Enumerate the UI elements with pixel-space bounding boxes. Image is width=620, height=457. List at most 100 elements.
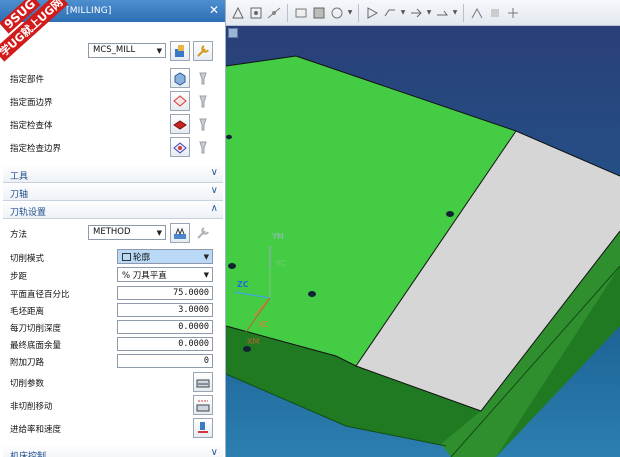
check-boundary-icon — [173, 142, 187, 154]
top-toolbar: ▼ ▼ ▼ ▼ — [226, 0, 620, 26]
toolbar-divider — [463, 3, 464, 22]
selection-filter-icon[interactable] — [230, 5, 246, 21]
hole-marker — [228, 263, 236, 269]
non-cutting-moves-button[interactable] — [193, 395, 213, 415]
axis-label-xm: XM — [247, 337, 260, 346]
view-cube-icon[interactable] — [228, 28, 238, 38]
dropdown-arrow-icon[interactable]: ▼ — [426, 5, 432, 21]
chevron-down-icon: ∨ — [210, 167, 218, 178]
method-select-value: METHOD — [93, 227, 131, 237]
orient-view-icon[interactable] — [329, 5, 345, 21]
add-object-icon[interactable] — [505, 5, 521, 21]
flashlight-icon — [199, 72, 207, 85]
chevron-down-icon: ∨ — [210, 447, 218, 457]
hole-marker — [243, 346, 251, 352]
specify-face-boundary-label: 指定面边界 — [10, 98, 53, 108]
final-floor-stock-input[interactable]: 0.0000 — [117, 337, 213, 351]
feeds-speeds-icon — [198, 422, 208, 433]
show-part-button[interactable] — [193, 68, 213, 88]
flashlight-icon — [199, 141, 207, 154]
additional-passes-input[interactable]: 0 — [117, 354, 213, 368]
additional-passes-label: 附加刀路 — [10, 358, 45, 368]
specify-face-boundary-row: 指定面边界 — [0, 91, 225, 113]
section-path-settings[interactable]: 刀轨设置 ∧ — [3, 202, 223, 219]
section-tool[interactable]: 工具 ∨ — [3, 166, 223, 183]
specify-check-boundary-button[interactable] — [170, 137, 190, 157]
dropdown-arrow-icon[interactable]: ▼ — [452, 5, 458, 21]
axis-label-xc: XC — [258, 320, 269, 329]
depth-per-cut-label: 每刀切削深度 — [10, 324, 62, 334]
specify-check-body-row: 指定检查体 — [0, 114, 225, 136]
hole-marker — [226, 134, 232, 140]
path-display-icon[interactable] — [382, 5, 398, 21]
section-path-settings-title: 刀轨设置 — [10, 208, 47, 218]
dialog-titlebar[interactable]: [MILLING] ✕ — [0, 0, 225, 22]
dropdown-arrow-icon[interactable]: ▼ — [400, 5, 406, 21]
geometry-select[interactable]: MCS_MILL ▼ — [88, 43, 166, 58]
cut-mode-label: 切削模式 — [10, 254, 45, 264]
wrench-icon — [197, 227, 209, 239]
cutting-parameters-button[interactable] — [193, 372, 213, 392]
specify-face-boundary-button[interactable] — [170, 91, 190, 111]
edit-method-button[interactable] — [193, 223, 213, 243]
blank-distance-input[interactable]: 3.0000 — [117, 303, 213, 317]
specify-check-body-button[interactable] — [170, 114, 190, 134]
axis-label-ym: YM — [272, 232, 284, 241]
feature-icon[interactable] — [469, 5, 485, 21]
show-check-body-button[interactable] — [193, 114, 213, 134]
specify-check-body-label: 指定检查体 — [10, 121, 53, 131]
flashlight-icon — [199, 95, 207, 108]
cut-mode-select[interactable]: 轮廓 ▼ — [117, 249, 213, 264]
cutting-parameters-label: 切削参数 — [10, 379, 45, 389]
new-geometry-button[interactable] — [170, 41, 190, 61]
stepover-select[interactable]: % 刀具平直 ▼ — [117, 267, 213, 282]
stepover-label: 步距 — [10, 272, 28, 282]
snap-line-icon[interactable] — [266, 5, 282, 21]
pct-diameter-input[interactable]: 75.0000 — [117, 286, 213, 300]
view-fit-icon[interactable] — [293, 5, 309, 21]
axis-label-yc: YC — [276, 259, 287, 268]
section-machine-control[interactable]: 机床控制 ∨ — [3, 446, 223, 457]
specify-part-button[interactable] — [170, 68, 190, 88]
edit-object-icon[interactable] — [487, 5, 503, 21]
dropdown-arrow-icon[interactable]: ▼ — [347, 5, 353, 21]
section-tool-axis[interactable]: 刀轴 ∨ — [3, 184, 223, 201]
axis-label-zc: ZC — [237, 280, 249, 289]
flashlight-icon — [199, 118, 207, 131]
specify-part-row: 指定部件 — [0, 68, 225, 90]
chevron-down-icon: ▼ — [203, 271, 209, 279]
dialog-title: [MILLING] — [66, 6, 112, 16]
show-check-boundary-button[interactable] — [193, 137, 213, 157]
chevron-down-icon: ∨ — [210, 185, 218, 196]
profile-pattern-icon — [122, 253, 131, 261]
new-method-button[interactable] — [170, 223, 190, 243]
verify-path-icon[interactable] — [408, 5, 424, 21]
chevron-down-icon: ▼ — [156, 47, 162, 55]
wrench-icon — [197, 45, 209, 57]
final-floor-stock-label: 最终底面余量 — [10, 341, 62, 351]
operation-dialog: [MILLING] ✕ 9SUG 学UG就上UG网 MCS_MILL ▼ 指定部… — [0, 0, 226, 457]
toolbar-divider — [358, 3, 359, 22]
postprocess-icon[interactable] — [434, 5, 450, 21]
non-cutting-moves-label: 非切削移动 — [10, 402, 53, 412]
feeds-speeds-label: 进给率和速度 — [10, 425, 62, 435]
render-style-icon[interactable] — [311, 5, 327, 21]
snap-points-icon[interactable] — [248, 5, 264, 21]
show-face-boundary-button[interactable] — [193, 91, 213, 111]
edit-geometry-button[interactable] — [193, 41, 213, 61]
depth-per-cut-input[interactable]: 0.0000 — [117, 320, 213, 334]
hole-marker — [308, 291, 316, 297]
play-path-icon[interactable] — [364, 5, 380, 21]
app-root: YM YC ZC XC XM ▼ ▼ ▼ ▼ [MILLING] ✕ 9SUG … — [0, 0, 620, 457]
non-cutting-moves-icon — [196, 400, 210, 412]
close-icon[interactable]: ✕ — [209, 4, 219, 16]
graphics-viewport[interactable]: YM YC ZC XC XM — [226, 26, 620, 457]
feeds-speeds-button[interactable] — [193, 418, 213, 438]
new-method-icon — [174, 227, 186, 239]
section-axis-title: 刀轴 — [10, 190, 29, 200]
stepover-value: % 刀具平直 — [122, 271, 167, 281]
method-select[interactable]: METHOD ▼ — [88, 225, 166, 240]
check-body-icon — [173, 120, 187, 130]
specify-check-boundary-row: 指定检查边界 — [0, 137, 225, 159]
new-geometry-icon — [175, 45, 184, 57]
